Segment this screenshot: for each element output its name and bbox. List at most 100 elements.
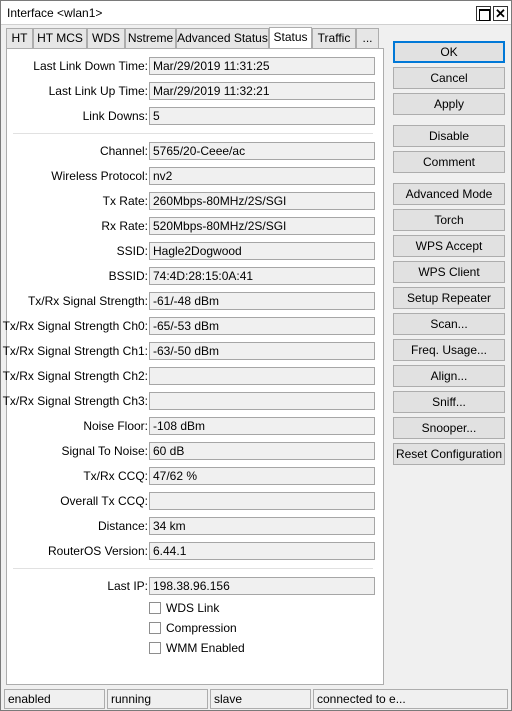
ssid-field[interactable]: Hagle2Dogwood [149, 242, 375, 260]
status-panel: Last Link Down Time: Mar/29/2019 11:31:2… [2, 48, 385, 685]
rx-rate-field[interactable]: 520Mbps-80MHz/2S/SGI [149, 217, 375, 235]
signal-strength-field[interactable]: -61/-48 dBm [149, 292, 375, 310]
status-bar: enabled running slave connected to e... [1, 687, 511, 710]
last-ip-field[interactable]: 198.38.96.156 [149, 577, 375, 595]
ssid-row: SSID: Hagle2Dogwood [7, 242, 385, 260]
field-label: Tx/Rx Signal Strength: [27, 294, 148, 308]
distance-field[interactable]: 34 km [149, 517, 375, 535]
link-downs-row: Link Downs: 5 [7, 107, 385, 125]
field-label: Tx Rate: [102, 194, 148, 208]
field-label: Tx/Rx Signal Strength Ch2: [2, 369, 148, 383]
tab-status[interactable]: Status [269, 27, 312, 49]
wireless-protocol-row: Wireless Protocol: nv2 [7, 167, 385, 185]
freq-usage-button[interactable]: Freq. Usage... [393, 339, 505, 361]
tx-rate-field[interactable]: 260Mbps-80MHz/2S/SGI [149, 192, 375, 210]
signal-to-noise-row: Signal To Noise: 60 dB [7, 442, 385, 460]
last-link-down-time-field[interactable]: Mar/29/2019 11:31:25 [149, 57, 375, 75]
comment-button[interactable]: Comment [393, 151, 505, 173]
signal-ch1-field[interactable]: -63/-50 dBm [149, 342, 375, 360]
window-title: Interface <wlan1> [7, 6, 103, 20]
wmm-enabled-checkbox[interactable] [149, 642, 161, 654]
noise-floor-row: Noise Floor: -108 dBm [7, 417, 385, 435]
overall-tx-ccq-row: Overall Tx CCQ: [7, 492, 385, 510]
field-label: Overall Tx CCQ: [60, 494, 148, 508]
signal-ch3-field[interactable] [149, 392, 375, 410]
signal-to-noise-field[interactable]: 60 dB [149, 442, 375, 460]
field-label: Tx/Rx CCQ: [83, 469, 148, 483]
setup-repeater-button[interactable]: Setup Repeater [393, 287, 505, 309]
field-label: Tx/Rx Signal Strength Ch3: [2, 394, 148, 408]
field-label: RouterOS Version: [47, 544, 148, 558]
maximize-icon[interactable] [476, 6, 491, 21]
noise-floor-field[interactable]: -108 dBm [149, 417, 375, 435]
tab-traffic[interactable]: Traffic [312, 28, 356, 49]
channel-field[interactable]: 5765/20-Ceee/ac [149, 142, 375, 160]
tx-rx-ccq-row: Tx/Rx CCQ: 47/62 % [7, 467, 385, 485]
bssid-field[interactable]: 74:4D:28:15:0A:41 [149, 267, 375, 285]
wps-accept-button[interactable]: WPS Accept [393, 235, 505, 257]
field-label: Rx Rate: [101, 219, 148, 233]
reset-configuration-button[interactable]: Reset Configuration [393, 443, 505, 465]
checkbox-label: WDS Link [166, 601, 220, 615]
close-icon[interactable]: ✕ [493, 6, 508, 21]
scan-button[interactable]: Scan... [393, 313, 505, 335]
wps-client-button[interactable]: WPS Client [393, 261, 505, 283]
distance-row: Distance: 34 km [7, 517, 385, 535]
last-link-up-time-field[interactable]: Mar/29/2019 11:32:21 [149, 82, 375, 100]
advanced-mode-button[interactable]: Advanced Mode [393, 183, 505, 205]
channel-row: Channel: 5765/20-Ceee/ac [7, 142, 385, 160]
bssid-row: BSSID: 74:4D:28:15:0A:41 [7, 267, 385, 285]
field-label: Tx/Rx Signal Strength Ch0: [2, 319, 148, 333]
torch-button[interactable]: Torch [393, 209, 505, 231]
tab-ht-mcs[interactable]: HT MCS [33, 28, 87, 49]
field-label: Distance: [97, 519, 148, 533]
signal-ch1-row: Tx/Rx Signal Strength Ch1: -63/-50 dBm [3, 342, 385, 360]
routeros-version-field[interactable]: 6.44.1 [149, 542, 375, 560]
checkbox-label: WMM Enabled [166, 641, 245, 655]
field-label: Tx/Rx Signal Strength Ch1: [2, 344, 148, 358]
signal-ch3-row: Tx/Rx Signal Strength Ch3: [3, 392, 385, 410]
last-link-up-time-row: Last Link Up Time: Mar/29/2019 11:32:21 [7, 82, 385, 100]
wireless-protocol-field[interactable]: nv2 [149, 167, 375, 185]
field-label: Last IP: [107, 579, 148, 593]
overall-tx-ccq-field[interactable] [149, 492, 375, 510]
status-running: running [107, 689, 208, 709]
field-label: Noise Floor: [83, 419, 148, 433]
align-button[interactable]: Align... [393, 365, 505, 387]
title-bar[interactable]: Interface <wlan1> ✕ [1, 1, 511, 25]
signal-strength-row: Tx/Rx Signal Strength: -61/-48 dBm [7, 292, 385, 310]
snooper-button[interactable]: Snooper... [393, 417, 505, 439]
tab-nstreme[interactable]: Nstreme [125, 28, 176, 49]
tx-rate-row: Tx Rate: 260Mbps-80MHz/2S/SGI [7, 192, 385, 210]
routeros-version-row: RouterOS Version: 6.44.1 [7, 542, 385, 560]
signal-ch0-field[interactable]: -65/-53 dBm [149, 317, 375, 335]
divider [13, 133, 373, 134]
status-connection: connected to e... [313, 689, 508, 709]
last-ip-row: Last IP: 198.38.96.156 [7, 577, 385, 595]
apply-button[interactable]: Apply [393, 93, 505, 115]
interface-window: Interface <wlan1> ✕ HT HT MCS WDS Nstrem… [0, 0, 512, 711]
tx-rx-ccq-field[interactable]: 47/62 % [149, 467, 375, 485]
wds-link-checkbox[interactable] [149, 602, 161, 614]
field-label: Link Downs: [82, 109, 148, 123]
tab-wds[interactable]: WDS [87, 28, 125, 49]
signal-ch2-field[interactable] [149, 367, 375, 385]
link-downs-field[interactable]: 5 [149, 107, 375, 125]
tab-more[interactable]: ... [356, 28, 379, 49]
ok-button[interactable]: OK [393, 41, 505, 63]
compression-checkbox[interactable] [149, 622, 161, 634]
field-label: BSSID: [108, 269, 148, 283]
tab-advanced-status[interactable]: Advanced Status [176, 28, 269, 49]
checkbox-label: Compression [166, 621, 237, 635]
disable-button[interactable]: Disable [393, 125, 505, 147]
sniff-button[interactable]: Sniff... [393, 391, 505, 413]
tab-ht[interactable]: HT [6, 28, 33, 49]
status-enabled: enabled [4, 689, 105, 709]
divider [13, 568, 373, 569]
field-label: Last Link Up Time: [48, 84, 148, 98]
status-slave: slave [210, 689, 311, 709]
field-label: Signal To Noise: [61, 444, 149, 458]
last-link-down-time-row: Last Link Down Time: Mar/29/2019 11:31:2… [7, 57, 385, 75]
field-label: Channel: [99, 144, 148, 158]
cancel-button[interactable]: Cancel [393, 67, 505, 89]
